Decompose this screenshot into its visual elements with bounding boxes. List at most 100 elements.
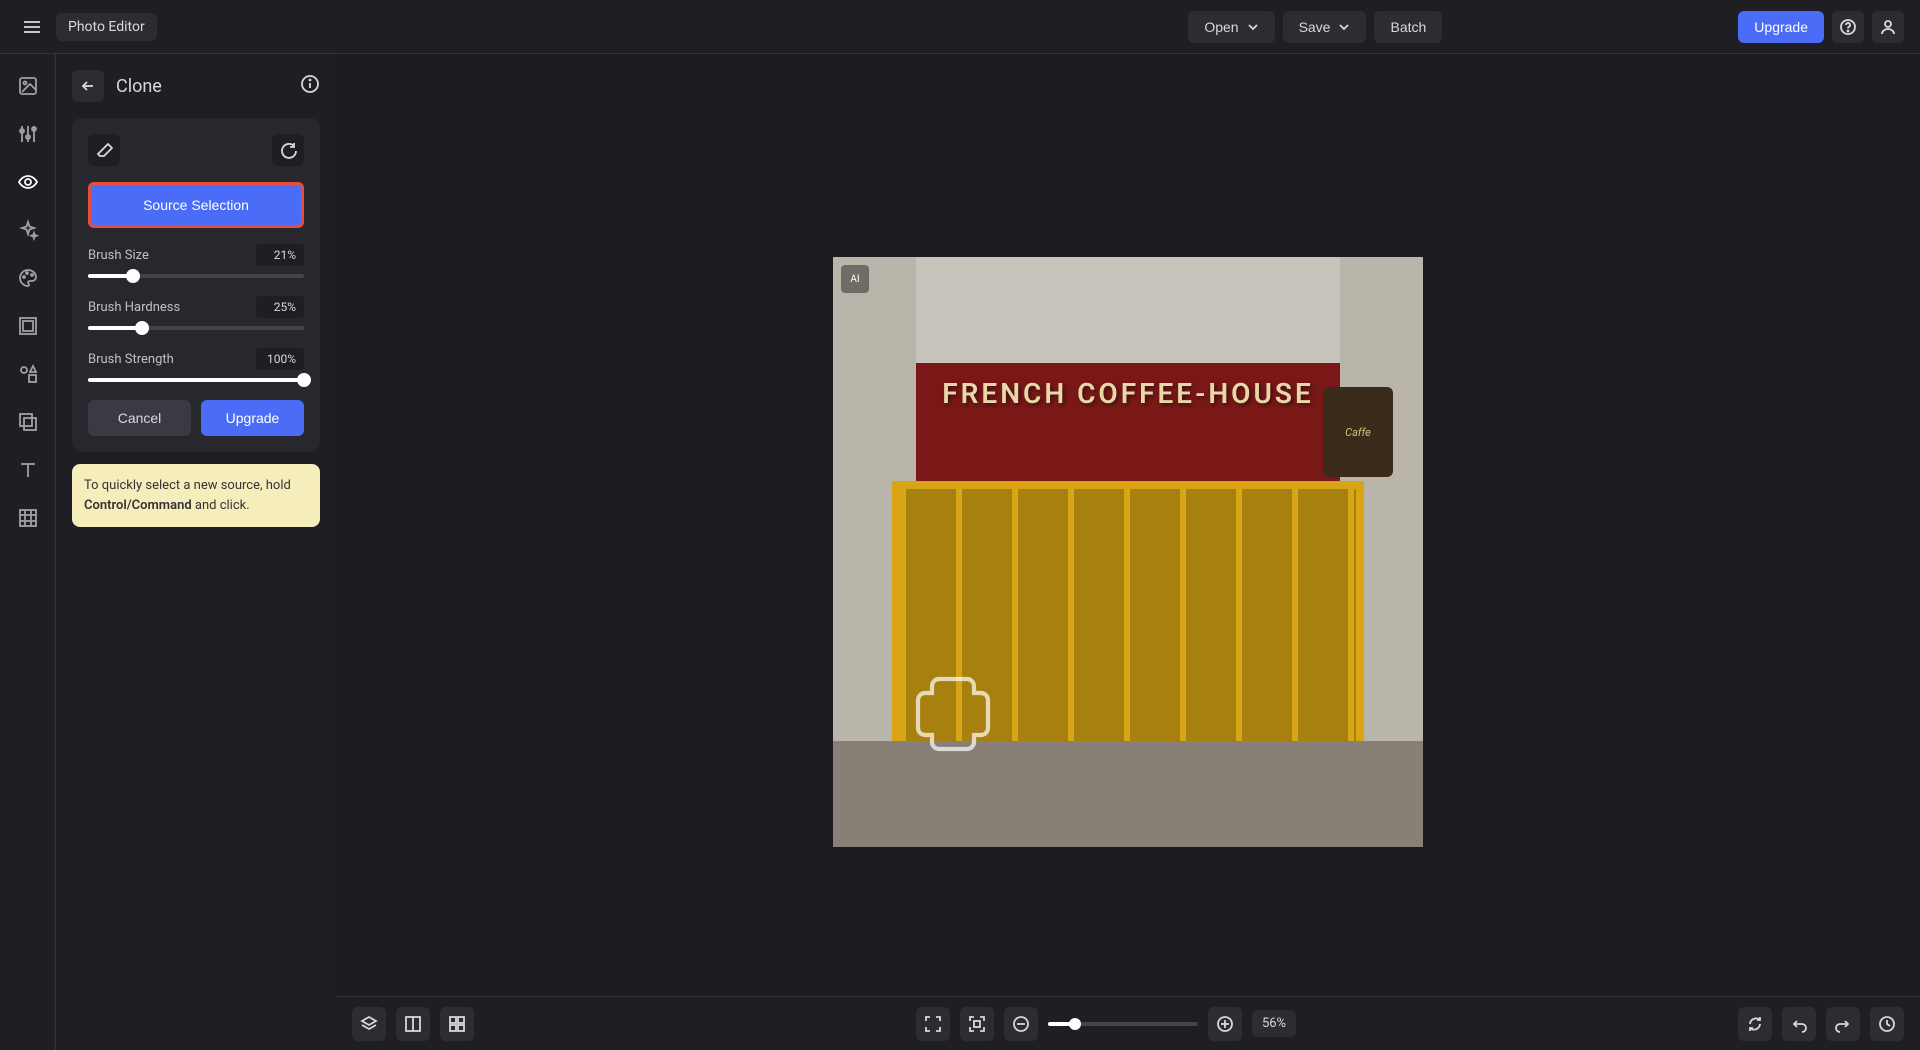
zoom-slider-thumb[interactable] xyxy=(1069,1018,1081,1030)
sync-button[interactable] xyxy=(1738,1007,1772,1041)
overlay-icon xyxy=(17,411,39,433)
source-selection-button[interactable]: Source Selection xyxy=(88,182,304,228)
batch-button[interactable]: Batch xyxy=(1374,11,1442,43)
plus-watermark-icon xyxy=(883,637,1023,777)
sparkle-icon xyxy=(17,219,39,241)
image-icon xyxy=(17,75,39,97)
tip-prefix: To quickly select a new source, hold xyxy=(84,478,291,493)
brush-strength-track[interactable] xyxy=(88,378,304,382)
zoom-in-icon xyxy=(1216,1015,1234,1033)
ai-badge[interactable]: AI xyxy=(841,265,869,293)
brush-hardness-label: Brush Hardness xyxy=(88,300,180,315)
help-icon xyxy=(1839,18,1857,36)
redo-button[interactable] xyxy=(1826,1007,1860,1041)
arrow-left-icon xyxy=(80,78,96,94)
panel-header: Clone xyxy=(72,70,320,102)
eraser-button[interactable] xyxy=(88,134,120,166)
image-canvas[interactable]: FRENCH COFFEE-HOUSE Caffe AI xyxy=(833,257,1423,847)
storefront-sign: FRENCH COFFEE-HOUSE xyxy=(942,377,1314,410)
slider-thumb[interactable] xyxy=(126,269,140,283)
canvas-footer: 56% xyxy=(336,996,1920,1050)
tool-adjust[interactable] xyxy=(16,122,40,146)
panel-body: Source Selection Brush Size 21% Brush Ha… xyxy=(72,118,320,452)
eye-icon xyxy=(17,171,39,193)
history-button[interactable] xyxy=(1870,1007,1904,1041)
main-area: Clone Source Selection Brush Size 21% xyxy=(0,54,1920,1050)
zoom-out-icon xyxy=(1012,1015,1030,1033)
action-row: Cancel Upgrade xyxy=(88,400,304,436)
tool-effects[interactable] xyxy=(16,218,40,242)
eraser-icon xyxy=(95,141,113,159)
info-button[interactable] xyxy=(300,74,320,98)
palette-icon xyxy=(17,267,39,289)
brush-size-label: Brush Size xyxy=(88,248,149,263)
cancel-button[interactable]: Cancel xyxy=(88,400,191,436)
brush-size-track[interactable] xyxy=(88,274,304,278)
tool-artsy[interactable] xyxy=(16,266,40,290)
fit-button[interactable] xyxy=(960,1007,994,1041)
panel-title: Clone xyxy=(116,76,288,97)
tool-toggle-row xyxy=(88,134,304,166)
frame-icon xyxy=(17,315,39,337)
brush-hardness-slider: Brush Hardness 25% xyxy=(88,296,304,330)
zoom-out-button[interactable] xyxy=(1004,1007,1038,1041)
tool-graphics[interactable] xyxy=(16,362,40,386)
open-label: Open xyxy=(1204,19,1238,35)
brush-hardness-track[interactable] xyxy=(88,326,304,330)
slider-thumb[interactable] xyxy=(135,321,149,335)
brush-size-value[interactable]: 21% xyxy=(256,244,304,266)
zoom-slider[interactable] xyxy=(1048,1022,1198,1026)
tool-text[interactable] xyxy=(16,458,40,482)
panel-upgrade-button[interactable]: Upgrade xyxy=(201,400,304,436)
layers-button[interactable] xyxy=(352,1007,386,1041)
tool-overlays[interactable] xyxy=(16,410,40,434)
account-button[interactable] xyxy=(1872,11,1904,43)
history-icon xyxy=(1878,1015,1896,1033)
save-label: Save xyxy=(1299,19,1331,35)
fit-icon xyxy=(968,1015,986,1033)
app-header: Photo Editor Open Save Batch Upgrade xyxy=(0,0,1920,54)
brush-size-slider: Brush Size 21% xyxy=(88,244,304,278)
chevron-down-icon xyxy=(1247,21,1259,33)
back-button[interactable] xyxy=(72,70,104,102)
chevron-down-icon xyxy=(1338,21,1350,33)
watermark xyxy=(883,637,1023,777)
sync-icon xyxy=(1746,1015,1764,1033)
clone-panel: Clone Source Selection Brush Size 21% xyxy=(56,54,336,1050)
zoom-value[interactable]: 56% xyxy=(1252,1010,1296,1037)
compare-button[interactable] xyxy=(396,1007,430,1041)
tool-textures[interactable] xyxy=(16,506,40,530)
tool-frames[interactable] xyxy=(16,314,40,338)
canvas-area: FRENCH COFFEE-HOUSE Caffe AI xyxy=(336,54,1920,1050)
zoom-in-button[interactable] xyxy=(1208,1007,1242,1041)
brush-hardness-value[interactable]: 25% xyxy=(256,296,304,318)
hamburger-icon xyxy=(21,16,43,38)
tool-touchup[interactable] xyxy=(16,170,40,194)
tool-image[interactable] xyxy=(16,74,40,98)
reset-button[interactable] xyxy=(272,134,304,166)
hanging-sign: Caffe xyxy=(1323,387,1393,477)
user-icon xyxy=(1879,18,1897,36)
save-button[interactable]: Save xyxy=(1283,11,1367,43)
brush-strength-slider: Brush Strength 100% xyxy=(88,348,304,382)
left-toolbar xyxy=(0,54,56,1050)
grid-ic-small xyxy=(448,1015,466,1033)
app-title: Photo Editor xyxy=(56,13,157,41)
shapes-icon xyxy=(17,363,39,385)
info-icon xyxy=(300,74,320,94)
compare-icon xyxy=(404,1015,422,1033)
texture-icon xyxy=(17,507,39,529)
grid-button[interactable] xyxy=(440,1007,474,1041)
fullscreen-button[interactable] xyxy=(916,1007,950,1041)
help-button[interactable] xyxy=(1832,11,1864,43)
undo-icon xyxy=(1790,1015,1808,1033)
main-menu-button[interactable] xyxy=(16,11,48,43)
slider-thumb[interactable] xyxy=(297,373,311,387)
sliders-icon xyxy=(17,123,39,145)
undo-button[interactable] xyxy=(1782,1007,1816,1041)
layers-icon xyxy=(360,1015,378,1033)
upgrade-button[interactable]: Upgrade xyxy=(1738,11,1824,43)
brush-strength-value[interactable]: 100% xyxy=(256,348,304,370)
tip-suffix: and click. xyxy=(192,498,250,513)
open-button[interactable]: Open xyxy=(1188,11,1274,43)
